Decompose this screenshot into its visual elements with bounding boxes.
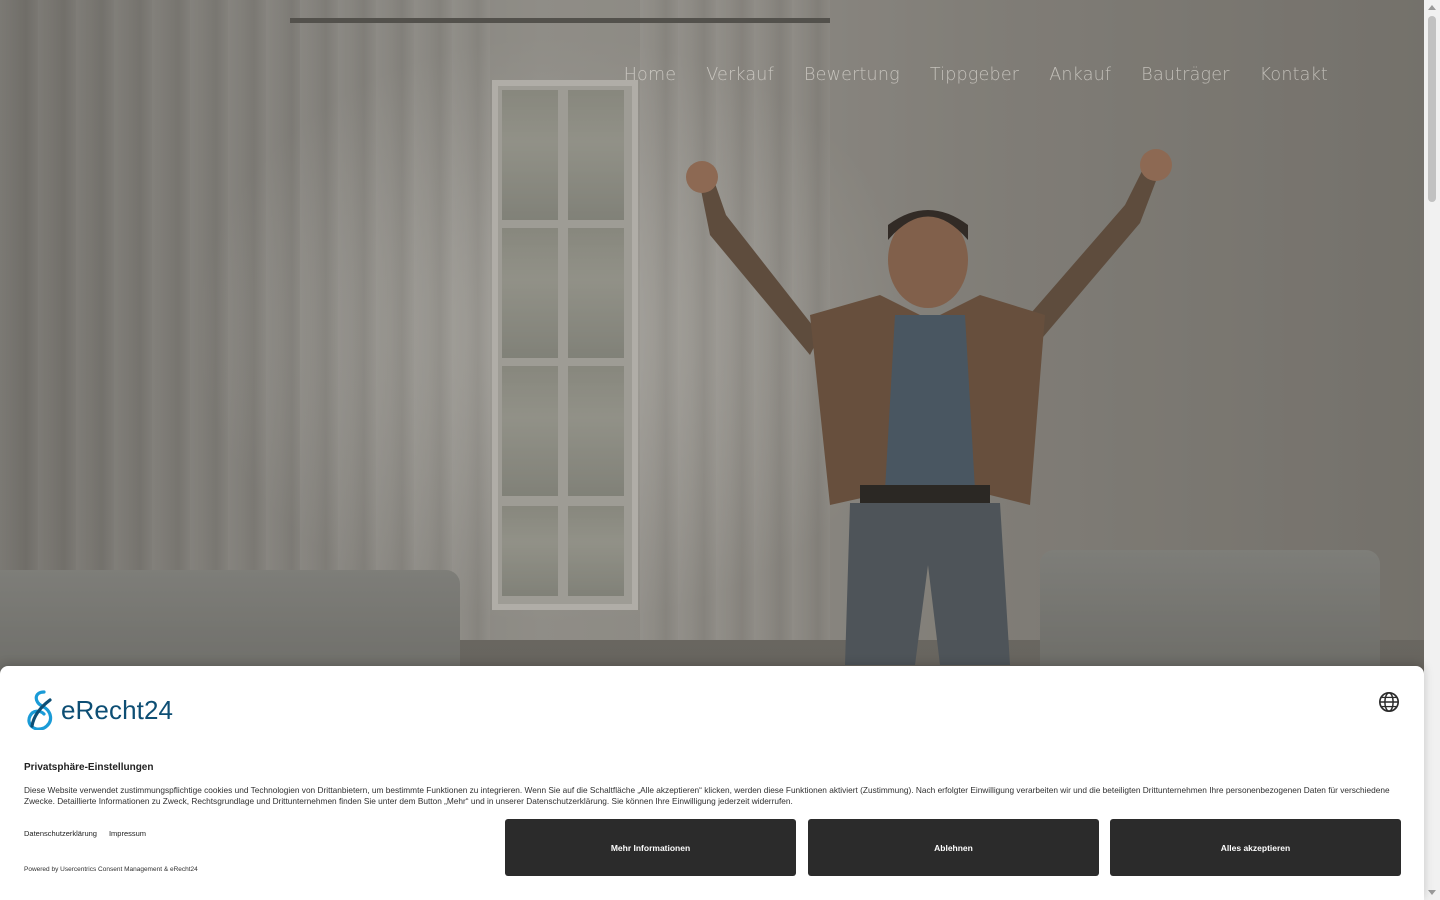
- erecht24-logo-icon: [27, 690, 53, 730]
- scroll-up-arrow-icon[interactable]: [1428, 5, 1436, 10]
- nav-item-bewertung[interactable]: Bewertung: [804, 60, 900, 90]
- more-info-button[interactable]: Mehr Informationen: [505, 819, 796, 876]
- consent-description: Diese Website verwendet zustimmungspflic…: [24, 785, 1390, 806]
- nav-item-kontakt[interactable]: Kontakt: [1260, 60, 1328, 90]
- imprint-link[interactable]: Impressum: [109, 829, 146, 838]
- nav-item-home[interactable]: Home: [624, 60, 676, 90]
- deny-button[interactable]: Ablehnen: [808, 819, 1099, 876]
- nav-item-ankauf[interactable]: Ankauf: [1049, 60, 1111, 90]
- consent-title: Privatsphäre-Einstellungen: [24, 762, 154, 773]
- privacy-policy-link[interactable]: Datenschutzerklärung: [24, 829, 97, 838]
- page-scrollbar[interactable]: [1424, 0, 1440, 900]
- nav-item-tippgeber[interactable]: Tippgeber: [930, 60, 1019, 90]
- accept-all-button[interactable]: Alles akzeptieren: [1110, 819, 1401, 876]
- cookie-consent-banner: eRecht24 Privatsphäre-Einstellungen Dies…: [0, 666, 1424, 900]
- scroll-down-arrow-icon[interactable]: [1428, 890, 1436, 895]
- nav-item-verkauf[interactable]: Verkauf: [706, 60, 774, 90]
- logo-text: eRecht24: [61, 694, 174, 725]
- main-nav: Home Verkauf Bewertung Tippgeber Ankauf …: [624, 60, 1328, 90]
- globe-icon[interactable]: [1378, 691, 1400, 713]
- nav-item-bautraeger[interactable]: Bauträger: [1141, 60, 1229, 90]
- scroll-thumb[interactable]: [1428, 16, 1436, 202]
- erecht24-logo: eRecht24: [24, 690, 173, 730]
- powered-by-text: Powered by Usercentrics Consent Manageme…: [24, 866, 198, 873]
- consent-links: Datenschutzerklärung Impressum: [24, 829, 146, 838]
